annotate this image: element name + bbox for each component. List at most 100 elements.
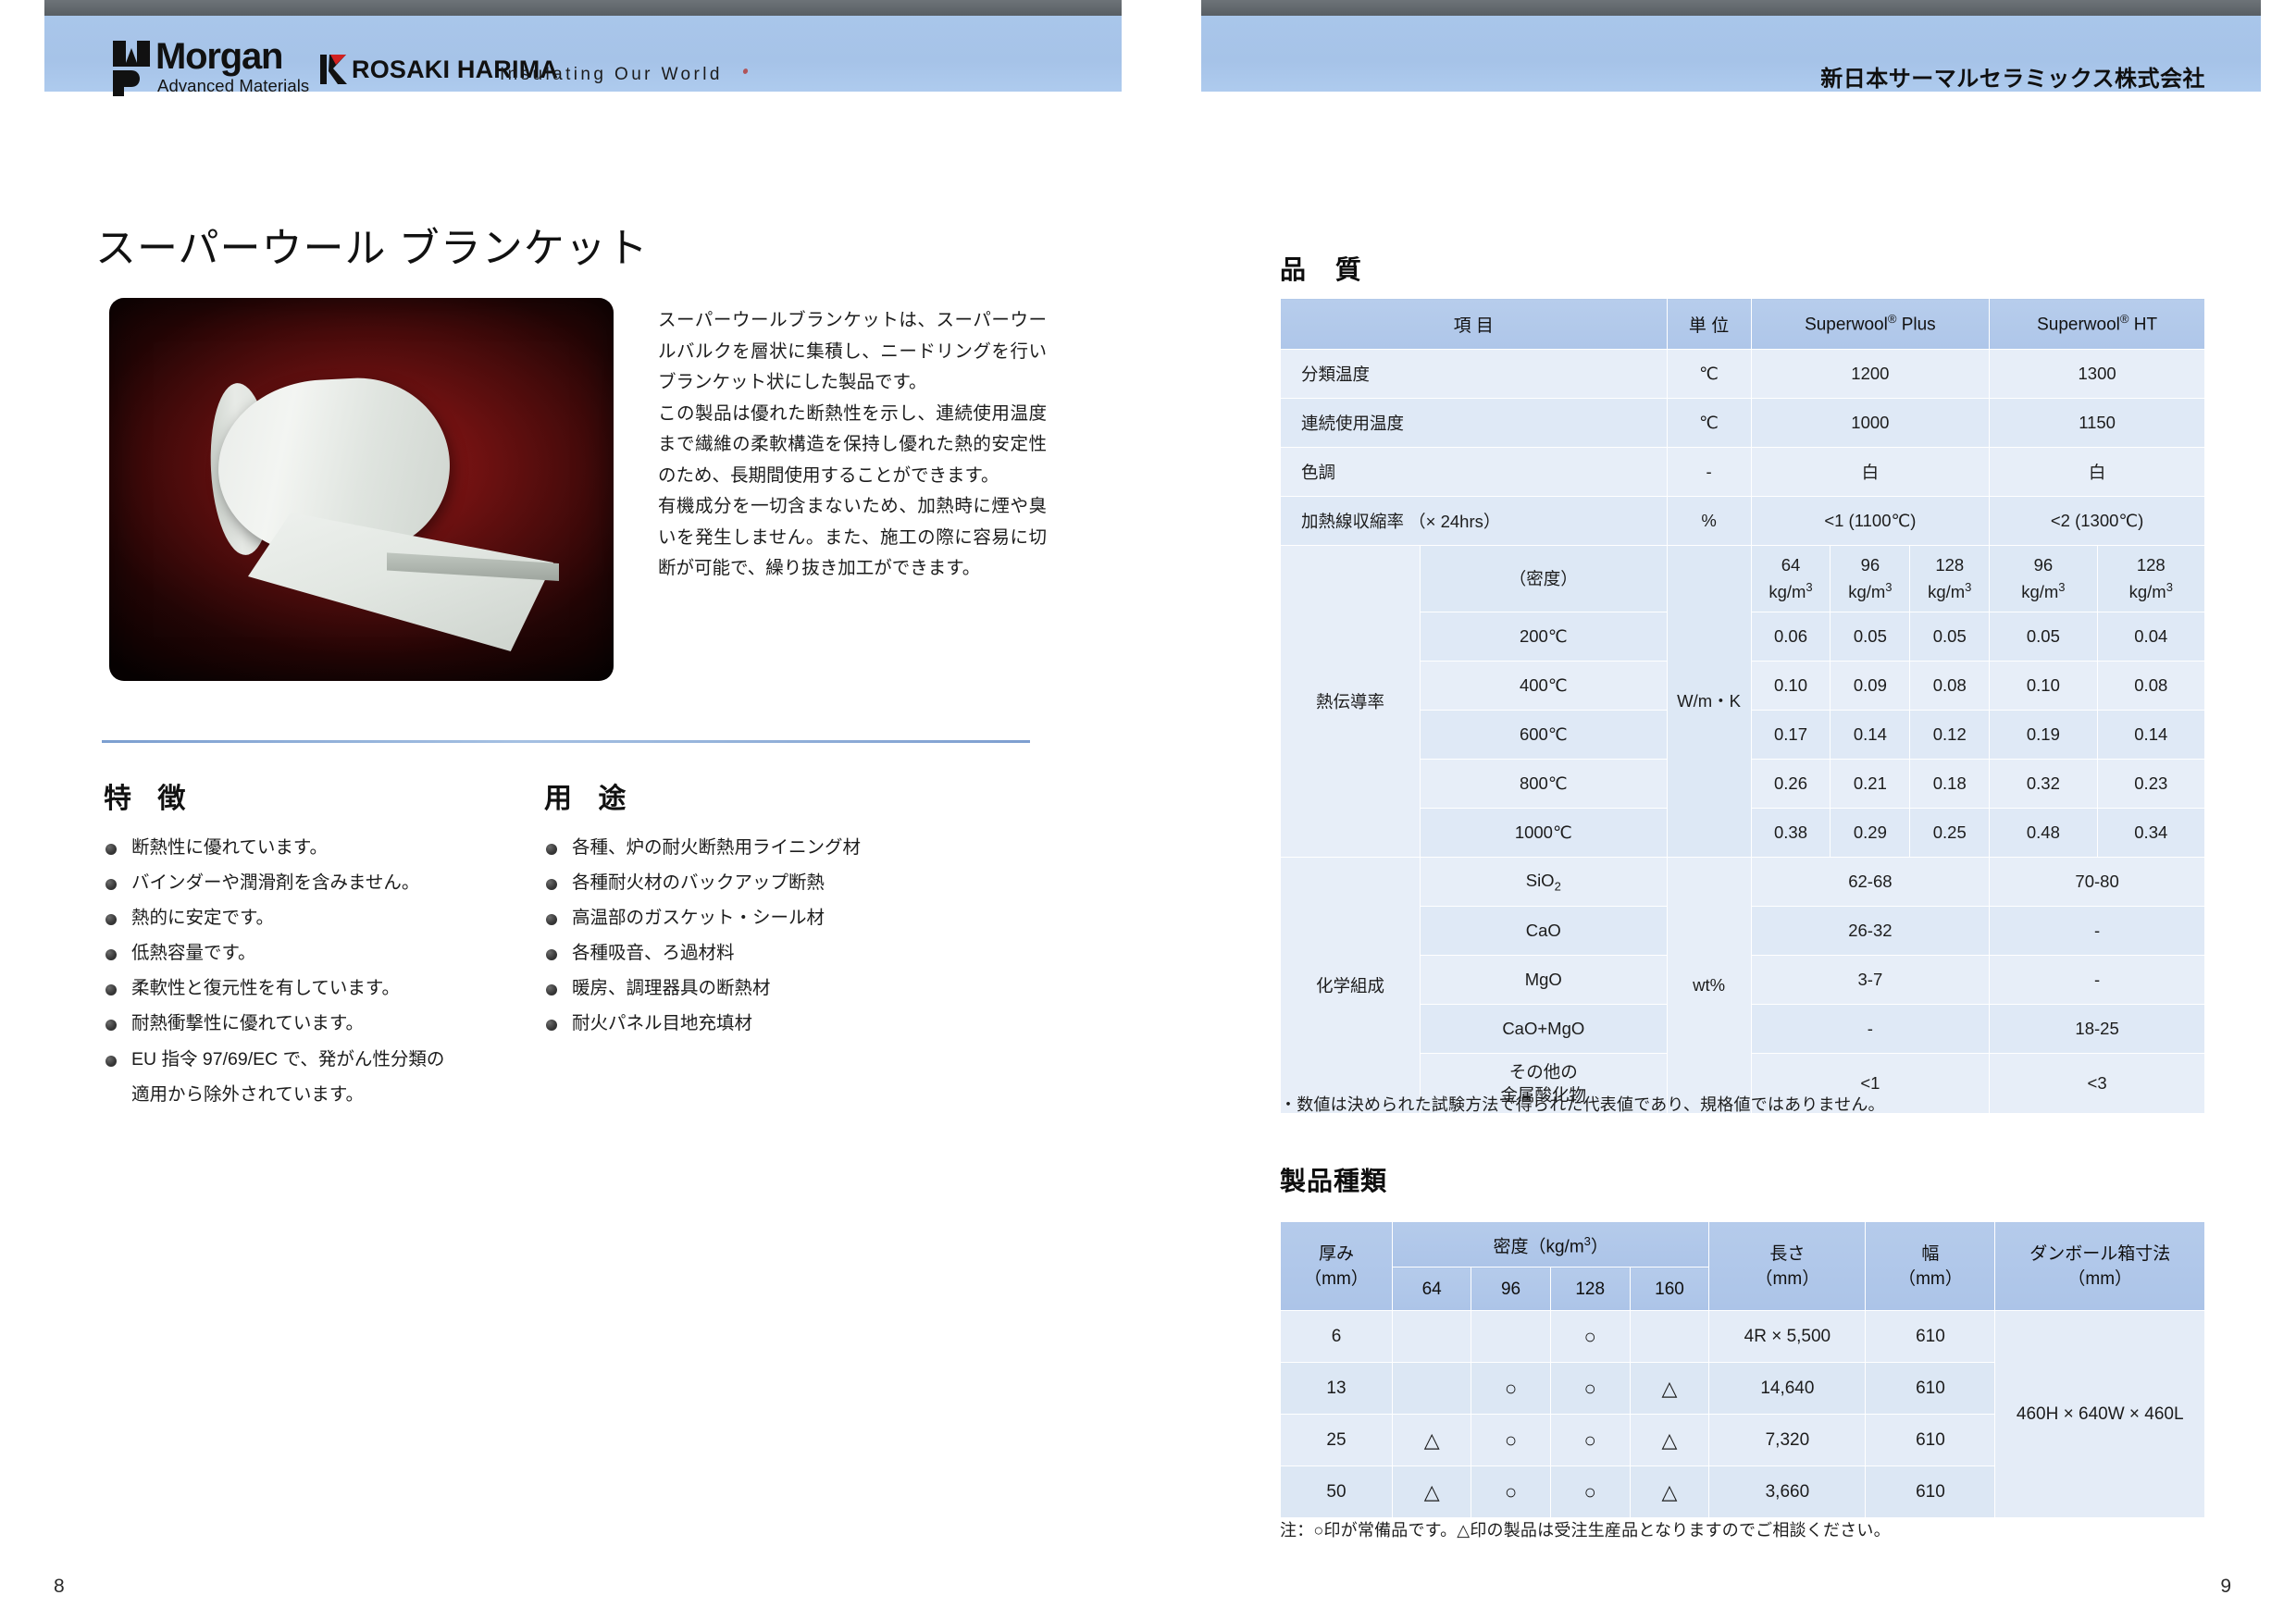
- cell-unit-composition: wt%: [1666, 857, 1752, 1115]
- cell-plus: 1200: [1750, 349, 1991, 399]
- cell-carton-size: 460H × 640W × 460L: [1994, 1310, 2205, 1518]
- list-item: 耐熱衝撃性に優れています。: [104, 1008, 492, 1040]
- col-header-length: 長さ （mm）: [1708, 1221, 1867, 1311]
- list-item: 高温部のガスケット・シール材: [544, 903, 942, 934]
- density-header-128-ht: 128 kg/m3: [2096, 544, 2206, 613]
- cell-ht: 18-25: [1989, 1004, 2205, 1055]
- cell-thickness: 6: [1280, 1310, 1393, 1363]
- cell-value: 0.08: [2096, 661, 2206, 711]
- cell-ht: 白: [1989, 447, 2205, 497]
- cell-value: 0.08: [1909, 661, 1991, 711]
- cell-value: 0.10: [1750, 661, 1831, 711]
- density-unit: kg/m3: [1928, 580, 1972, 602]
- cell-density-96: ○: [1471, 1465, 1551, 1518]
- description-paragraph-1: スーパーウールブランケットは、スーパーウールバルクを層状に集積し、ニードリングを…: [658, 310, 1047, 392]
- col-header-superwool-ht: Superwool® HT: [1989, 298, 2205, 350]
- table-row: 分類温度 ℃ 1200 1300: [1280, 349, 2205, 399]
- cell-length: 14,640: [1708, 1362, 1867, 1415]
- col-header-density-96: 96: [1471, 1267, 1551, 1311]
- col-header-superwool-plus: Superwool® Plus: [1750, 298, 1991, 350]
- product-types-table: 厚み （mm） 密度（kg/m3） 長さ （mm） 幅（mm） ダンボール箱寸法 （m…: [1280, 1221, 2205, 1518]
- uses-list: 各種、炉の耐火断熱用ライニング材 各種耐火材のバックアップ断熱 高温部のガスケッ…: [544, 833, 942, 1045]
- density-header-128: 128 kg/m3: [1909, 544, 1991, 613]
- page-number-left: 8: [54, 1576, 65, 1597]
- density-header-96: 96 kg/m3: [1830, 544, 1911, 613]
- quality-table: 項 目 単 位 Superwool® Plus Superwool® HT 分類…: [1280, 298, 2206, 1115]
- list-item-continuation: 適用から除外されています。: [131, 1083, 364, 1105]
- cell-value: 0.17: [1750, 710, 1831, 761]
- list-item: 耐火パネル目地充填材: [544, 1008, 942, 1040]
- cell-value: 0.05: [1830, 612, 1911, 662]
- density-label: （密度）: [1420, 544, 1668, 613]
- density-unit: kg/m3: [1769, 580, 1813, 602]
- cell-ht: -: [1989, 906, 2205, 957]
- cell-length: 7,320: [1708, 1414, 1867, 1466]
- cell-thickness: 50: [1280, 1465, 1393, 1518]
- cell-length: 4R × 5,500: [1708, 1310, 1867, 1363]
- cell-width: 610: [1865, 1310, 1996, 1363]
- col-header-unit: 単 位: [1666, 298, 1752, 350]
- table-header-row: 項 目 単 位 Superwool® Plus Superwool® HT: [1280, 298, 2205, 350]
- cell-density-64: △: [1391, 1465, 1472, 1518]
- product-description: スーパーウールブランケットは、スーパーウールバルクを層状に集積し、ニードリングを…: [658, 305, 1047, 585]
- col-header-width: 幅（mm）: [1865, 1221, 1996, 1311]
- row-label: 連続使用温度: [1280, 398, 1668, 448]
- cell-ht: <3: [1989, 1053, 2205, 1115]
- features-list: 断熱性に優れています。 バインダーや潤滑剤を含みません。 熱的に安定です。 低熱…: [104, 833, 492, 1115]
- cell-plus: 62-68: [1750, 857, 1991, 908]
- krosaki-k-icon: [320, 55, 347, 84]
- cell-width: 610: [1865, 1465, 1996, 1518]
- compound-name: CaO: [1420, 906, 1668, 957]
- cell-density-96: [1471, 1310, 1551, 1363]
- temp-label: 1000℃: [1420, 808, 1668, 859]
- compound-name: SiO2: [1420, 857, 1668, 908]
- description-paragraph-2: この製品は優れた断熱性を示し、連続使用温度まで繊維の柔軟構造を保持し優れた熱的安…: [658, 402, 1047, 486]
- table-row: 色調 - 白 白: [1280, 447, 2205, 497]
- temp-label: 600℃: [1420, 710, 1668, 761]
- cell-ht: 70-80: [1989, 857, 2205, 908]
- top-dark-strip-right: [1201, 0, 2261, 16]
- list-item: 断熱性に優れています。: [104, 833, 492, 864]
- row-label: 加熱線収縮率 （× 24hrs）: [1280, 496, 1668, 546]
- cell-thickness: 13: [1280, 1362, 1393, 1415]
- compound-name: MgO: [1420, 955, 1668, 1006]
- cell-value: 0.32: [1989, 759, 2098, 810]
- cell-value: 0.06: [1750, 612, 1831, 662]
- cell-value: 0.26: [1750, 759, 1831, 810]
- morgan-wordmark: Morgan: [155, 36, 283, 77]
- cell-value: 0.14: [1830, 710, 1911, 761]
- cell-ht: 1300: [1989, 349, 2205, 399]
- cell-value: 0.19: [1989, 710, 2098, 761]
- cell-unit: ℃: [1666, 349, 1752, 399]
- cell-density-64: [1391, 1310, 1472, 1363]
- cell-density-160: [1629, 1310, 1710, 1363]
- temp-label: 400℃: [1420, 661, 1668, 711]
- cell-density-128: ○: [1549, 1465, 1631, 1518]
- types-heading: 製品種類: [1280, 1167, 1388, 1195]
- density-header-96-ht: 96 kg/m3: [1989, 544, 2098, 613]
- list-item: 各種吸音、ろ過材料: [544, 938, 942, 970]
- quality-heading: 品 質: [1280, 255, 1372, 284]
- cell-value: 0.23: [2096, 759, 2206, 810]
- cell-length: 3,660: [1708, 1465, 1867, 1518]
- cell-ht: <2 (1300℃): [1989, 496, 2205, 546]
- row-label: 分類温度: [1280, 349, 1668, 399]
- cell-thickness: 25: [1280, 1414, 1393, 1466]
- cell-plus: <1 (1100℃): [1750, 496, 1991, 546]
- cell-unit: %: [1666, 496, 1752, 546]
- list-item: 暖房、調理器具の断熱材: [544, 973, 942, 1005]
- cell-density-64: △: [1391, 1414, 1472, 1466]
- cell-unit: ℃: [1666, 398, 1752, 448]
- row-label: 色調: [1280, 447, 1668, 497]
- cell-value: 0.29: [1830, 808, 1911, 859]
- list-item: 柔軟性と復元性を有しています。: [104, 973, 492, 1005]
- table-header-row-top: 厚み （mm） 密度（kg/m3） 長さ （mm） 幅（mm） ダンボール箱寸法 （m…: [1280, 1221, 2205, 1311]
- header-tagline: Insulating Our World: [500, 65, 723, 84]
- cell-width: 610: [1865, 1414, 1996, 1466]
- cell-value: 0.12: [1909, 710, 1991, 761]
- section-divider: [102, 740, 1030, 743]
- temp-label: 800℃: [1420, 759, 1668, 810]
- cell-value: 0.38: [1750, 808, 1831, 859]
- compound-name: CaO+MgO: [1420, 1004, 1668, 1055]
- cell-value: 0.14: [2096, 710, 2206, 761]
